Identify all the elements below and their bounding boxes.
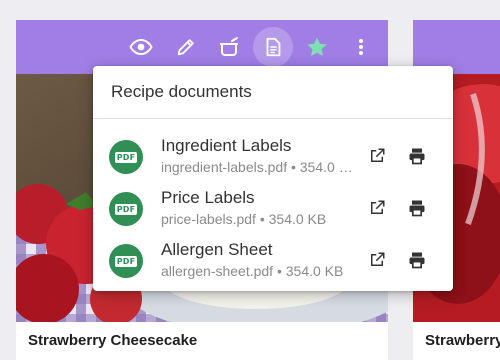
- pot-icon: [220, 37, 238, 56]
- document-name: Ingredient Labels: [161, 136, 292, 155]
- pdf-icon: PDF: [109, 244, 143, 278]
- favorite-button[interactable]: [297, 27, 337, 67]
- edit-button[interactable]: [166, 27, 206, 67]
- print-icon: [409, 252, 425, 269]
- recipe-title[interactable]: Strawberry Cheesecake: [28, 332, 197, 349]
- document-icon: [266, 37, 281, 57]
- pencil-icon: [177, 39, 194, 56]
- document-name: Allergen Sheet: [161, 240, 273, 259]
- pdf-icon: PDF: [109, 140, 143, 174]
- document-meta: price-labels.pdf • 354.0 KB: [161, 211, 327, 227]
- star-icon: [307, 37, 327, 56]
- print-icon: [409, 200, 425, 217]
- recipe-documents-menu: Recipe documents PDF Ingredient Labels i…: [93, 66, 453, 291]
- pdf-label: PDF: [114, 255, 138, 267]
- document-name: Price Labels: [161, 188, 255, 207]
- print-icon: [409, 148, 425, 165]
- document-item[interactable]: PDF Price Labels price-labels.pdf • 354.…: [93, 184, 453, 236]
- document-item[interactable]: PDF Ingredient Labels ingredient-labels.…: [93, 132, 453, 184]
- more-vert-icon: [359, 39, 363, 55]
- documents-button[interactable]: [253, 27, 293, 67]
- print-button[interactable]: [405, 144, 429, 168]
- pdf-icon: PDF: [109, 192, 143, 226]
- view-button[interactable]: [121, 27, 161, 67]
- more-button[interactable]: [341, 27, 381, 67]
- open-external-button[interactable]: [365, 196, 389, 220]
- open-external-button[interactable]: [365, 144, 389, 168]
- pdf-label: PDF: [114, 203, 138, 215]
- recipe-title[interactable]: Strawberry Jam: [425, 332, 500, 349]
- pdf-label: PDF: [114, 151, 138, 163]
- open-in-new-icon: [371, 200, 385, 214]
- eye-icon: [129, 38, 153, 56]
- open-in-new-icon: [371, 252, 385, 266]
- cook-button[interactable]: [209, 27, 249, 67]
- print-button[interactable]: [405, 196, 429, 220]
- document-meta: allergen-sheet.pdf • 354.0 KB: [161, 263, 344, 279]
- open-in-new-icon: [371, 148, 385, 162]
- open-external-button[interactable]: [365, 248, 389, 272]
- document-item[interactable]: PDF Allergen Sheet allergen-sheet.pdf • …: [93, 236, 453, 288]
- document-meta: ingredient-labels.pdf • 354.0 KB: [161, 159, 353, 175]
- divider: [93, 118, 453, 119]
- menu-header: Recipe documents: [111, 82, 252, 101]
- print-button[interactable]: [405, 248, 429, 272]
